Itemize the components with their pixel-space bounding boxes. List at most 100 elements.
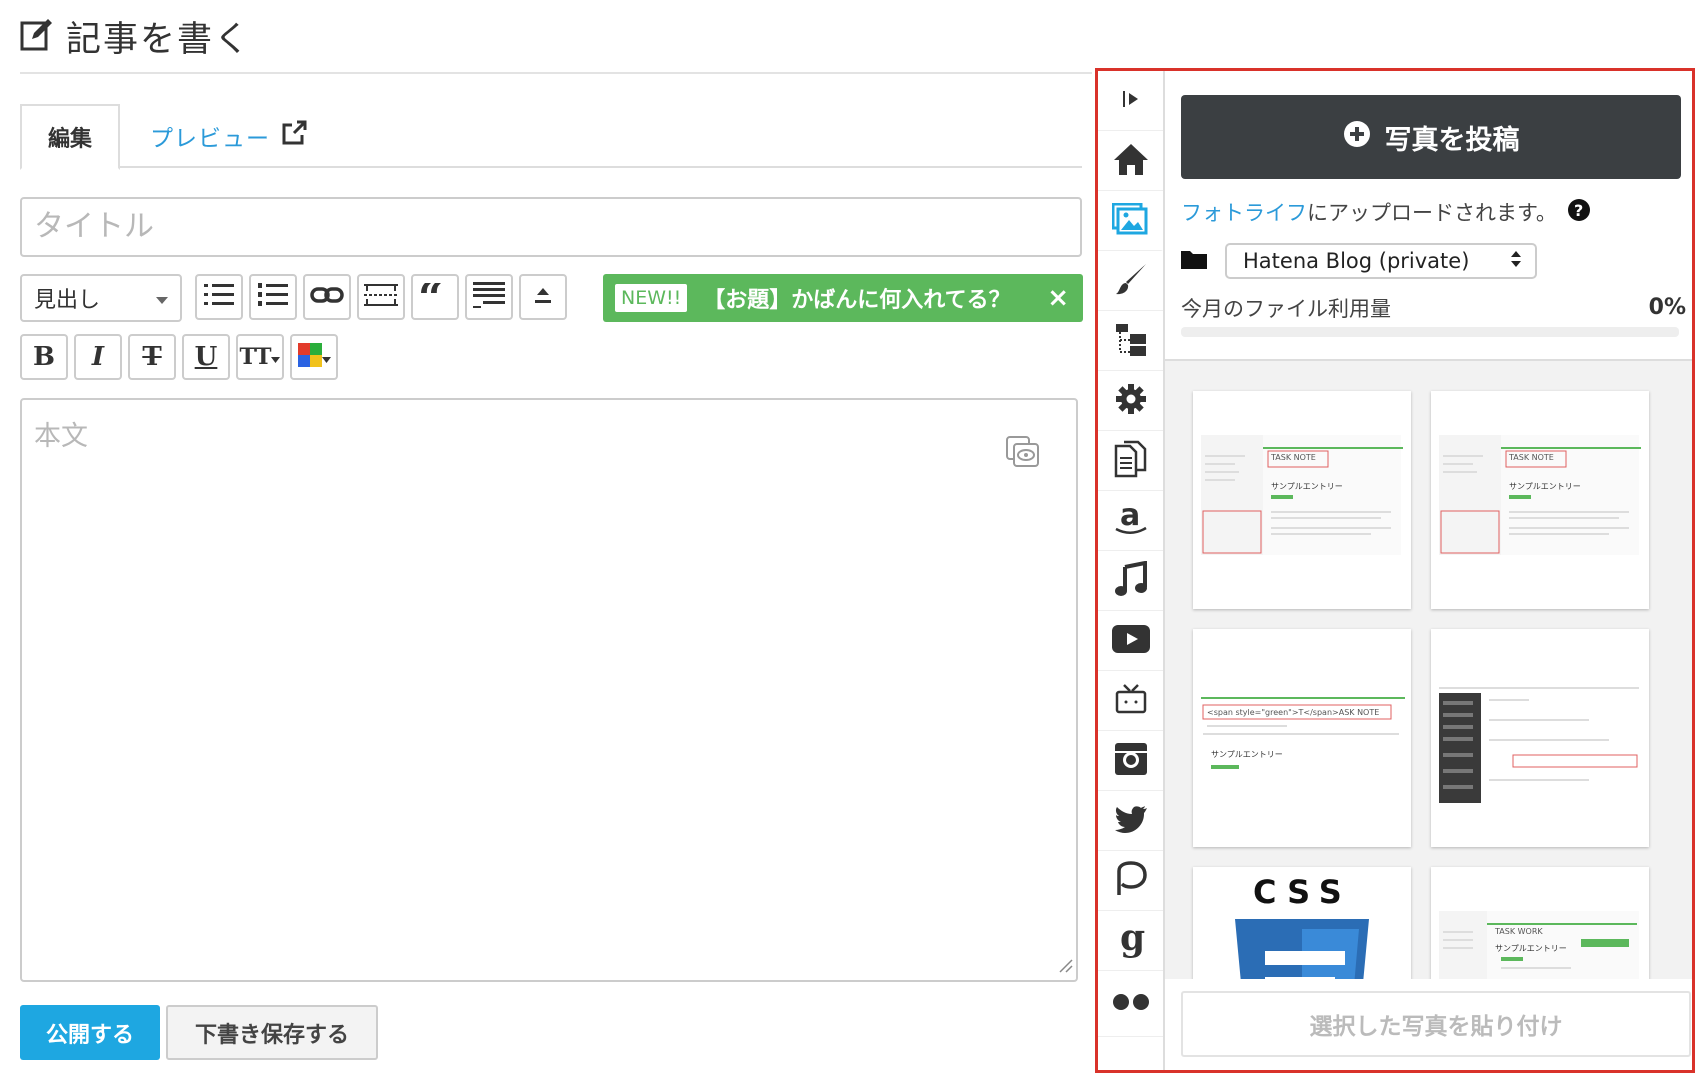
photo-panel: 写真を投稿 フォトライフにアップロードされます。 ? Hatena Blog (… <box>1165 71 1692 1070</box>
folder-icon <box>1181 249 1207 273</box>
link-button[interactable] <box>303 274 351 320</box>
new-badge: NEW!! <box>615 284 688 312</box>
text-color-button[interactable] <box>290 334 338 380</box>
tab-preview[interactable]: プレビュー <box>150 104 308 168</box>
caret-down-icon <box>271 348 281 367</box>
photo-thumbnail[interactable]: CSS <box>1193 867 1411 979</box>
font-size-button[interactable]: TT <box>236 334 284 380</box>
music-note-icon <box>1114 560 1147 601</box>
sidebar-item-sitemap[interactable] <box>1098 311 1163 371</box>
close-icon[interactable]: × <box>1047 283 1069 313</box>
sidebar-item-music[interactable] <box>1098 551 1163 611</box>
tab-edit[interactable]: 編集 <box>20 104 120 170</box>
topic-banner-text: 【お題】かばんに何入れてる？ <box>703 288 1011 313</box>
view-preview-icon[interactable] <box>1006 436 1040 472</box>
media-sidebar: a g 写真を投稿 フォトライフにアップロードされます。 ? Hatena Bl… <box>1095 68 1695 1073</box>
sidebar-item-home[interactable] <box>1098 131 1163 191</box>
upload-photo-label: 写真を投稿 <box>1384 124 1520 156</box>
numbered-list-button[interactable] <box>249 274 297 320</box>
thumb-heading: TASK NOTE <box>1509 453 1554 462</box>
gear-icon <box>1115 383 1147 419</box>
sidebar-item-google[interactable]: g <box>1098 911 1163 971</box>
read-more-button[interactable] <box>465 274 513 320</box>
sidebar-item-pixiv[interactable] <box>1098 851 1163 911</box>
upload-photo-button[interactable]: 写真を投稿 <box>1181 95 1681 179</box>
photo-thumbnail[interactable]: <span style="green">T</span>ASK NOTE サンプ… <box>1193 629 1411 847</box>
italic-icon: I <box>91 342 105 372</box>
thumb-heading: CSS <box>1253 873 1352 911</box>
collapse-sidebar-icon <box>1121 89 1141 113</box>
photo-thumbnail[interactable] <box>1431 629 1649 847</box>
font-size-icon: TT <box>239 344 272 370</box>
body-textarea[interactable]: 本文 <box>20 398 1078 982</box>
photo-thumbnail[interactable]: TASK NOTE サンプルエントリー <box>1193 391 1411 609</box>
horizontal-rule-button[interactable] <box>357 274 405 320</box>
blog-select[interactable]: Hatena Blog (private) <box>1225 243 1537 279</box>
underline-button[interactable]: U <box>182 334 230 380</box>
sidebar-item-flickr[interactable] <box>1098 971 1163 1037</box>
sidebar-item-settings[interactable] <box>1098 371 1163 431</box>
svg-text:?: ? <box>1574 201 1583 220</box>
svg-text:g: g <box>1120 920 1145 958</box>
italic-button[interactable]: I <box>74 334 122 380</box>
body-placeholder: 本文 <box>34 421 88 452</box>
photo-thumbnail[interactable]: TASK WORK サンプルエントリー <box>1431 867 1649 979</box>
thumb-entry: サンプルエントリー <box>1509 482 1581 491</box>
folder-tree-icon <box>1114 322 1148 360</box>
page-title: 記事を書く <box>66 19 252 60</box>
amazon-icon: a <box>1114 498 1148 541</box>
sidebar-item-niconico[interactable] <box>1098 671 1163 731</box>
upload-file-button[interactable] <box>519 274 567 320</box>
twitter-icon <box>1114 805 1148 837</box>
bulleted-list-button[interactable] <box>195 274 243 320</box>
bold-button[interactable]: B <box>20 334 68 380</box>
photo-thumbnail[interactable]: TASK NOTE サンプルエントリー <box>1431 391 1649 609</box>
read-more-icon <box>473 281 505 313</box>
publish-button-label: 公開する <box>45 1022 134 1048</box>
sidebar-item-youtube[interactable] <box>1098 611 1163 671</box>
title-input[interactable] <box>20 197 1082 257</box>
header-divider <box>20 72 1092 74</box>
resize-handle-icon[interactable] <box>1058 958 1074 978</box>
fotolife-link[interactable]: フォトライフ <box>1181 201 1307 225</box>
publish-button[interactable]: 公開する <box>20 1005 160 1060</box>
help-icon[interactable]: ? <box>1567 198 1591 227</box>
underline-icon: U <box>194 342 218 372</box>
tv-icon <box>1115 683 1147 719</box>
sidebar-item-photos[interactable] <box>1098 191 1163 251</box>
save-draft-button[interactable]: 下書き保存する <box>166 1005 378 1060</box>
svg-text:a: a <box>1120 501 1140 533</box>
quote-icon: “ <box>418 273 452 324</box>
strikethrough-button[interactable]: T <box>128 334 176 380</box>
thumb-heading: TASK NOTE <box>1271 453 1316 462</box>
sidebar-toggle[interactable] <box>1098 71 1163 131</box>
page-header: 記事を書く <box>20 10 251 62</box>
youtube-icon <box>1111 624 1150 657</box>
usage-label: 今月のファイル利用量 <box>1181 297 1391 321</box>
color-palette-icon <box>297 343 322 371</box>
paste-selected-photos-button[interactable]: 選択した写真を貼り付け <box>1181 991 1691 1057</box>
sidebar-item-amazon[interactable]: a <box>1098 491 1163 551</box>
sidebar-item-draw[interactable] <box>1098 251 1163 311</box>
topic-banner[interactable]: NEW!! 【お題】かばんに何入れてる？ × <box>603 274 1083 322</box>
sidebar-icon-column: a g <box>1098 71 1165 1070</box>
sidebar-item-twitter[interactable] <box>1098 791 1163 851</box>
sidebar-item-documents[interactable] <box>1098 431 1163 491</box>
caret-down-icon <box>321 348 331 367</box>
heading-select[interactable]: 見出し <box>20 274 182 322</box>
blog-select-value: Hatena Blog (private) <box>1243 249 1470 273</box>
select-arrows-icon <box>1511 249 1521 273</box>
quote-button[interactable]: “ <box>411 273 459 324</box>
bulleted-list-icon <box>204 282 234 312</box>
link-icon <box>310 286 344 308</box>
svg-text:“: “ <box>418 283 443 307</box>
photo-gallery: TASK NOTE サンプルエントリー TASK NOTE サンプルエントリー … <box>1165 359 1692 979</box>
thumb-entry: サンプルエントリー <box>1211 750 1283 759</box>
google-icon: g <box>1116 917 1146 962</box>
thumb-entry: サンプルエントリー <box>1271 482 1343 491</box>
save-draft-button-label: 下書き保存する <box>194 1022 349 1048</box>
upload-icon <box>533 285 553 309</box>
editor-tabs: 編集 プレビュー <box>20 104 1082 170</box>
sidebar-item-instagram[interactable] <box>1098 731 1163 791</box>
brush-icon <box>1114 262 1148 300</box>
